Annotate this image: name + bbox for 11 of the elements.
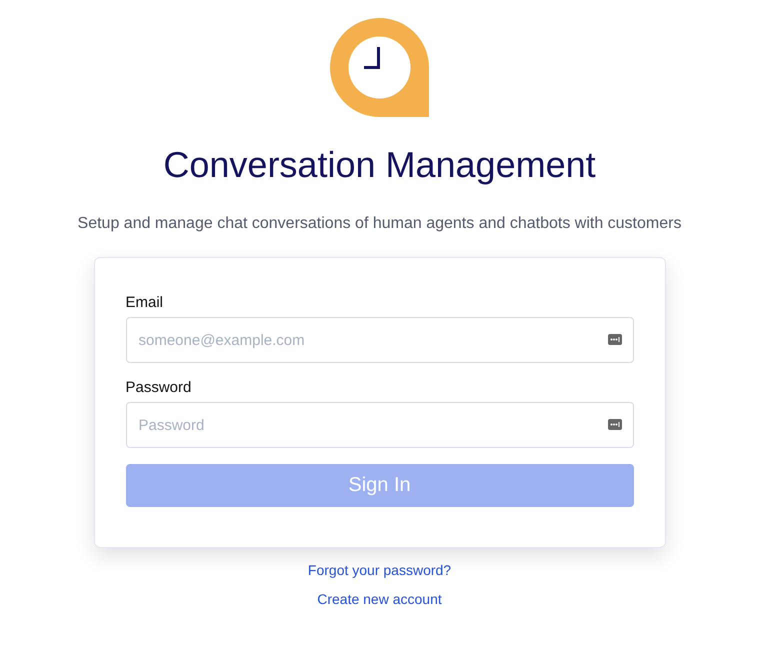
forgot-password-link[interactable]: Forgot your password? [308,562,452,578]
page-subtitle: Setup and manage chat conversations of human agents and chatbots with customers [78,215,682,233]
input-field[interactable]: someone@example.com [126,317,634,363]
field-label: Email [126,294,164,311]
clock-logo-icon [330,18,429,117]
field-label: Password [126,379,192,396]
password-manager-icon [608,334,622,345]
page-title: Conversation Management [163,143,596,187]
create-account-link[interactable]: Create new account [317,591,442,607]
input-field[interactable]: Password [126,402,634,448]
password-manager-icon [608,419,622,430]
